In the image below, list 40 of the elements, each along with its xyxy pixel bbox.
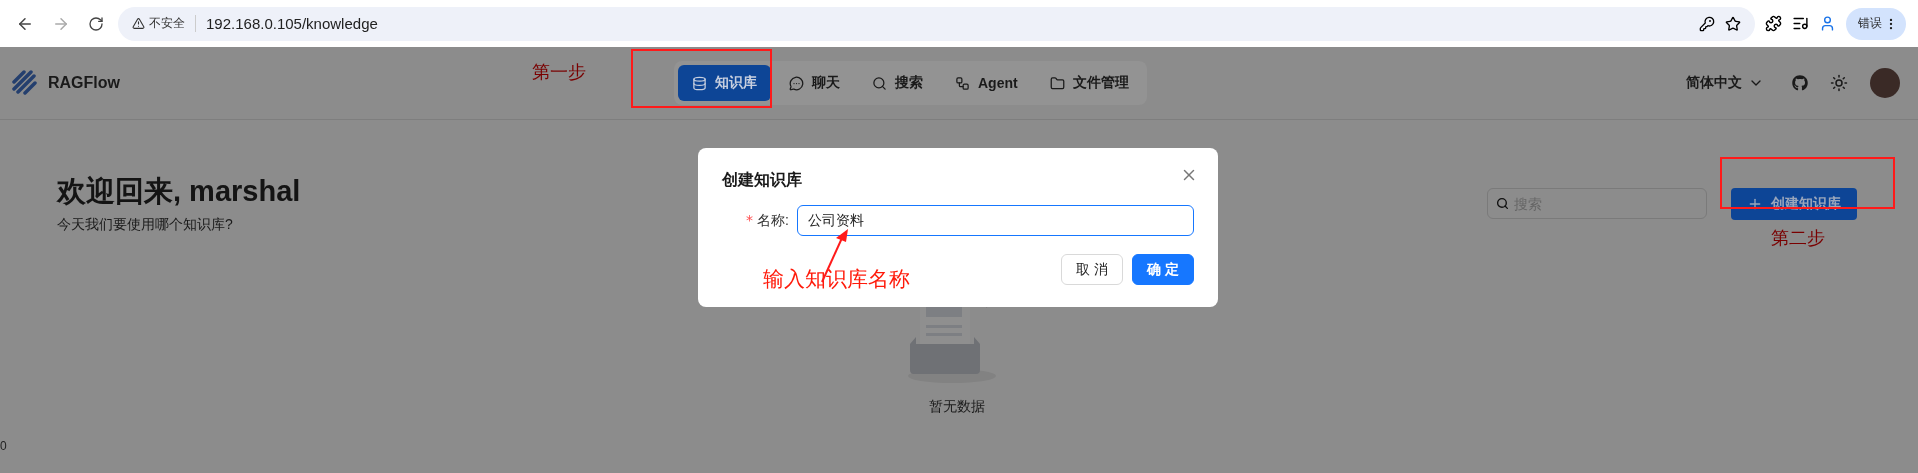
github-icon[interactable] <box>1792 75 1808 91</box>
nav-tab[interactable]: 文件管理 <box>1035 65 1143 101</box>
sun-icon[interactable] <box>1830 74 1848 92</box>
confirm-button[interactable]: 确 定 <box>1132 254 1194 285</box>
cancel-button[interactable]: 取 消 <box>1061 254 1124 285</box>
edge-text: 0 <box>0 439 7 453</box>
media-icon[interactable] <box>1792 15 1809 32</box>
profile-button[interactable]: 错误 <box>1846 7 1906 40</box>
welcome-title: 欢迎回来, marshal <box>57 174 301 209</box>
field-label: * 名称: <box>746 211 789 230</box>
profile-icon[interactable] <box>1819 15 1836 32</box>
annotation-text: 输入知识库名称 <box>763 266 910 292</box>
welcome-subtitle: 今天我们要使用哪个知识库? <box>57 216 234 234</box>
folder-icon <box>1049 75 1065 91</box>
language-select[interactable]: 简体中文 <box>1680 73 1770 93</box>
address-bar[interactable]: 不安全 192.168.0.105/knowledge <box>118 6 1755 41</box>
key-icon[interactable] <box>1699 15 1715 32</box>
nav-tab[interactable]: Agent <box>941 65 1032 101</box>
nav-tab[interactable]: 聊天 <box>775 65 854 101</box>
nav-tab[interactable]: 搜索 <box>858 65 937 101</box>
logo-icon <box>12 70 38 96</box>
dialog-title: 创建知识库 <box>722 170 802 190</box>
nav-tab[interactable]: 知识库 <box>678 65 771 101</box>
star-icon[interactable] <box>1725 15 1741 32</box>
annotation-text: 第一步 <box>532 61 586 84</box>
avatar[interactable] <box>1870 68 1900 98</box>
nodes-icon <box>955 75 970 91</box>
annotation-text: 第二步 <box>1771 227 1825 250</box>
name-input-field[interactable]: 公司资料 <box>796 205 1194 236</box>
search-icon <box>872 75 887 91</box>
security-chip[interactable]: 不安全 <box>132 15 196 32</box>
reload-icon <box>88 15 104 32</box>
app-name: RAGFlow <box>48 74 120 92</box>
database-icon <box>692 75 707 91</box>
url-text: 192.168.0.105/knowledge <box>206 15 379 32</box>
empty-text: 暂无数据 <box>929 398 985 416</box>
warning-icon <box>132 17 145 30</box>
chat-icon <box>789 75 804 91</box>
search-icon <box>1496 197 1509 210</box>
extensions-icon[interactable] <box>1765 15 1782 32</box>
